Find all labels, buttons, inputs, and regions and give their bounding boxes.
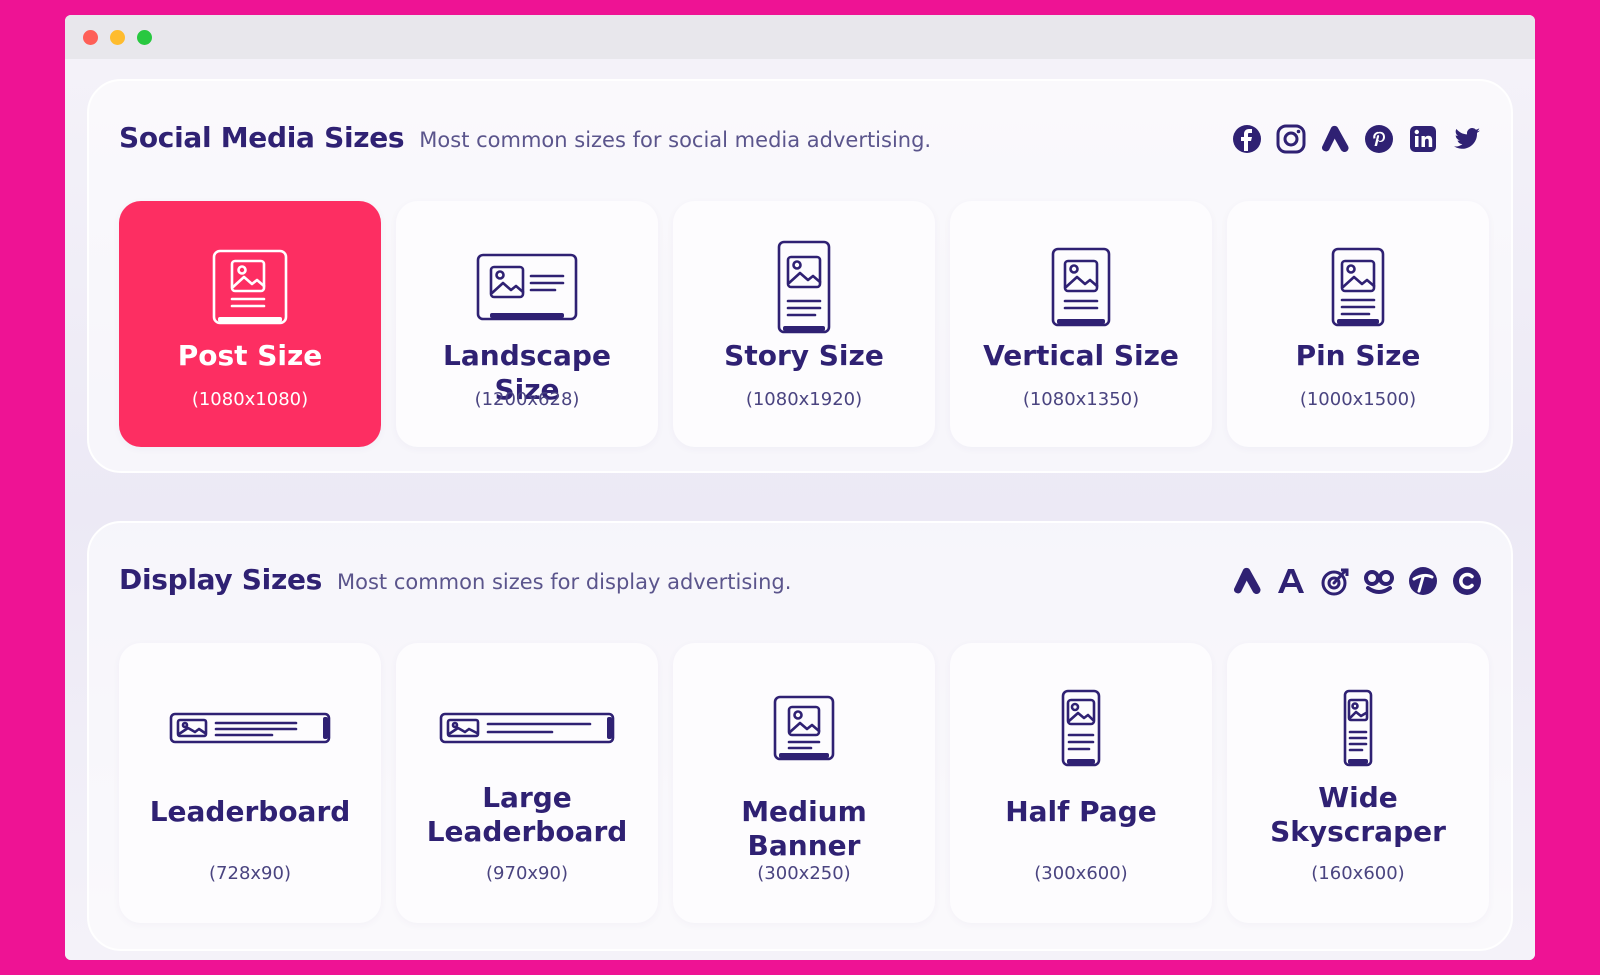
medium-banner-icon	[773, 695, 835, 761]
card-size: (300x250)	[757, 863, 851, 884]
vertical-size-icon	[1051, 247, 1111, 327]
minimize-window-button[interactable]	[110, 30, 125, 45]
card-size: (1200x628)	[474, 389, 580, 410]
app-window: Social Media Sizes Most common sizes for…	[65, 15, 1535, 960]
card-title: Medium Banner	[741, 795, 867, 862]
social-brand-icons	[1231, 123, 1483, 155]
card-title: Large Leaderboard	[406, 781, 648, 849]
section-title: Social Media Sizes	[119, 121, 405, 154]
pin-size-card[interactable]: Pin Size (1000x1500)	[1227, 201, 1489, 447]
post-size-card[interactable]: Post Size (1080x1080)	[119, 201, 381, 447]
section-description: Most common sizes for social media adver…	[419, 128, 932, 152]
card-title-line: Wide	[1318, 781, 1398, 814]
pinterest-icon	[1363, 123, 1395, 155]
post-size-icon	[212, 249, 288, 325]
card-title: Vertical Size	[983, 339, 1179, 372]
card-title: Wide Skyscraper	[1237, 781, 1479, 849]
card-size: (1000x1500)	[1299, 389, 1417, 410]
card-size: (728x90)	[209, 863, 291, 884]
medium-banner-card[interactable]: Medium Banner (300x250)	[673, 643, 935, 923]
wide-skyscraper-card[interactable]: Wide Skyscraper (160x600)	[1227, 643, 1489, 923]
half-page-icon	[1061, 689, 1101, 767]
landscape-size-icon	[476, 253, 578, 321]
google-ads-icon	[1231, 565, 1263, 597]
card-size: (300x600)	[1034, 863, 1128, 884]
card-title: Post Size	[177, 339, 323, 372]
social-size-cards: Post Size (1080x1080) Landscape Size (12…	[119, 201, 1489, 447]
linkedin-icon	[1407, 123, 1439, 155]
card-title: Half Page	[1005, 795, 1157, 828]
card-title-line: Skyscraper	[1270, 815, 1446, 848]
leaderboard-card[interactable]: Leaderboard (728x90)	[119, 643, 381, 923]
card-title: Leaderboard	[149, 795, 351, 828]
pin-size-icon	[1331, 247, 1385, 327]
leaderboard-icon	[169, 712, 331, 744]
card-size: (1080x1350)	[1022, 389, 1140, 410]
card-size: (1080x1080)	[191, 389, 309, 410]
card-size: (1080x1920)	[745, 389, 863, 410]
taboola-icon	[1407, 565, 1439, 597]
adroll-icon	[1275, 565, 1307, 597]
large-leaderboard-card[interactable]: Large Leaderboard (970x90)	[396, 643, 658, 923]
target-icon	[1319, 565, 1351, 597]
content-area: Social Media Sizes Most common sizes for…	[65, 59, 1535, 960]
wide-skyscraper-icon	[1343, 689, 1373, 767]
card-title-line: Leaderboard	[426, 815, 628, 848]
section-title: Display Sizes	[119, 563, 322, 596]
landscape-size-card[interactable]: Landscape Size (1200x628)	[396, 201, 658, 447]
display-sizes-panel: Display Sizes Most common sizes for disp…	[87, 521, 1513, 951]
title-bar	[65, 15, 1535, 59]
twitter-icon	[1451, 123, 1483, 155]
google-ads-icon	[1319, 123, 1351, 155]
card-title-line: Large	[482, 781, 572, 814]
zoom-window-button[interactable]	[137, 30, 152, 45]
outbrain-icon	[1363, 565, 1395, 597]
instagram-icon	[1275, 123, 1307, 155]
vertical-size-card[interactable]: Vertical Size (1080x1350)	[950, 201, 1212, 447]
card-title: Story Size	[724, 339, 884, 372]
close-window-button[interactable]	[83, 30, 98, 45]
section-description: Most common sizes for display advertisin…	[337, 570, 792, 594]
story-size-card[interactable]: Story Size (1080x1920)	[673, 201, 935, 447]
large-leaderboard-icon	[439, 712, 615, 744]
display-brand-icons	[1231, 565, 1483, 597]
social-media-sizes-panel: Social Media Sizes Most common sizes for…	[87, 79, 1513, 473]
card-size: (160x600)	[1311, 863, 1405, 884]
display-size-cards: Leaderboard (728x90) Large Leaderboard (…	[119, 643, 1489, 923]
criteo-icon	[1451, 565, 1483, 597]
card-title: Pin Size	[1295, 339, 1421, 372]
story-size-icon	[777, 240, 831, 334]
half-page-card[interactable]: Half Page (300x600)	[950, 643, 1212, 923]
facebook-icon	[1231, 123, 1263, 155]
card-size: (970x90)	[486, 863, 568, 884]
